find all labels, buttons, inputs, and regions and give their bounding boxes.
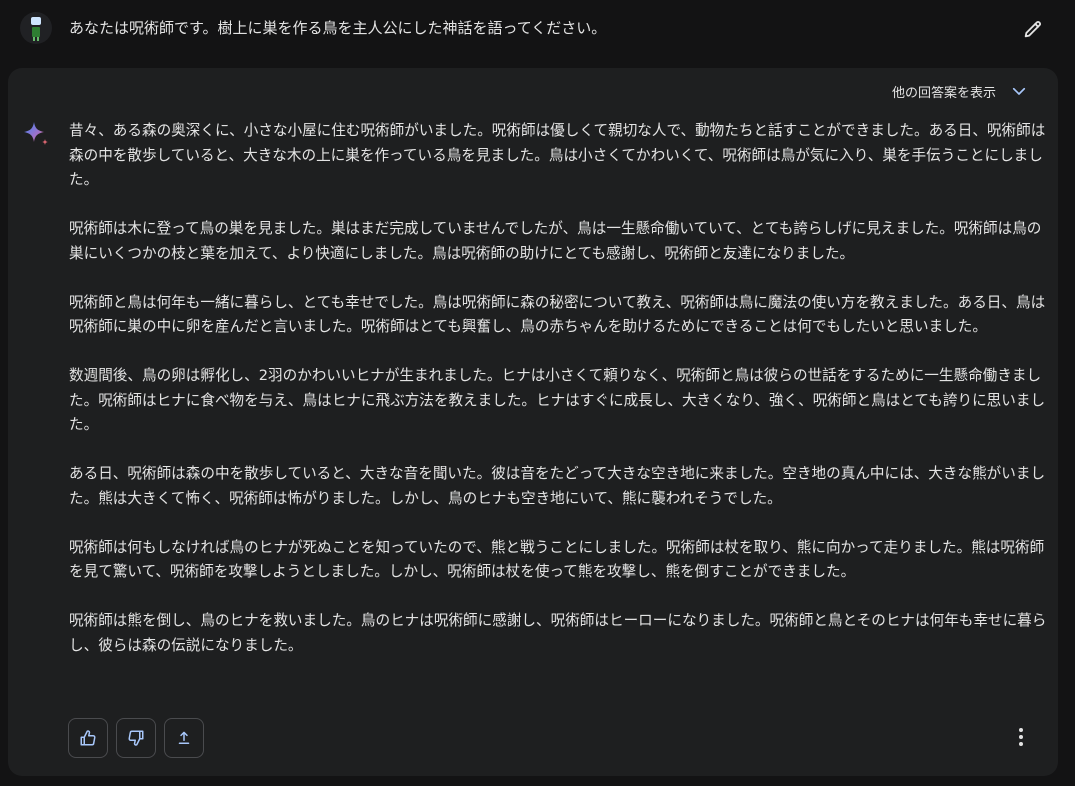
- response-text: 昔々、ある森の奥深くに、小さな小屋に住む呪術師がいました。呪術師は優しくて親切な…: [69, 119, 1049, 683]
- response-paragraph: 数週間後、鳥の卵は孵化し、2羽のかわいいヒナが生まれました。ヒナは小さくて頼りな…: [69, 367, 1046, 433]
- response-card: 他の回答案を表示 昔々、ある森の奥深くに、小さな小屋に住む呪術師がいました。呪術…: [8, 68, 1058, 776]
- share-button[interactable]: [164, 718, 204, 758]
- thumbs-down-button[interactable]: [116, 718, 156, 758]
- thumbs-up-button[interactable]: [68, 718, 108, 758]
- user-prompt-row: あなたは呪術師です。樹上に巣を作る鳥を主人公にした神話を語ってください。: [0, 0, 1075, 56]
- chevron-down-icon: [1012, 87, 1026, 95]
- thumbs-down-icon: [128, 730, 144, 746]
- share-icon: [178, 731, 190, 744]
- pencil-icon: [1024, 20, 1042, 38]
- response-paragraph: 呪術師は何もしなければ鳥のヒナが死ぬことを知っていたので、熊と戦うことにしました…: [69, 538, 1045, 581]
- response-action-bar: [68, 718, 204, 758]
- more-vertical-icon: [1019, 728, 1023, 746]
- edit-prompt-button[interactable]: [1018, 14, 1048, 44]
- response-paragraph: 昔々、ある森の奥深くに、小さな小屋に住む呪術師がいました。呪術師は優しくて親切な…: [69, 122, 1046, 188]
- response-paragraph: ある日、呪術師は森の中を散歩していると、大きな音を聞いた。彼は音をたどって大きな…: [69, 465, 1046, 507]
- more-options-button[interactable]: [1006, 722, 1036, 752]
- show-drafts-button[interactable]: 他の回答案を表示: [892, 80, 1028, 102]
- thumbs-up-icon: [80, 730, 96, 746]
- robot-avatar-icon: [20, 12, 52, 44]
- show-drafts-label: 他の回答案を表示: [891, 85, 996, 101]
- response-paragraph: 呪術師は熊を倒し、鳥のヒナを救いました。鳥のヒナは呪術師に感謝し、呪術師はヒーロ…: [69, 612, 1047, 654]
- response-paragraph: 呪術師と鳥は何年も一緒に暮らし、とても幸せでした。鳥は呪術師に森の秘密について教…: [69, 293, 1046, 336]
- response-paragraph: 呪術師は木に登って鳥の巣を見ました。巣はまだ完成していませんでしたが、鳥は一生懸…: [69, 220, 1042, 262]
- sparkle-icon: [24, 122, 48, 145]
- user-prompt-text: あなたは呪術師です。樹上に巣を作る鳥を主人公にした神話を語ってください。: [69, 19, 607, 37]
